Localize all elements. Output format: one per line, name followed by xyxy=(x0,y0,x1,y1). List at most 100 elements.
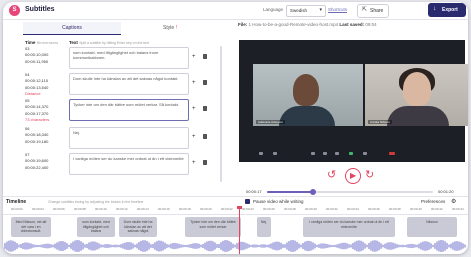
timeline-tick: 00:00:02 xyxy=(11,207,23,211)
export-label: Export xyxy=(442,7,458,13)
timeline-clip[interactable]: Nej. xyxy=(257,217,271,237)
caption-index: 04 xyxy=(25,72,30,77)
language-select[interactable]: Swedish ▾ xyxy=(286,5,326,17)
timeline-clip-text: Med Nilsson, vet att det vara i en video… xyxy=(15,220,47,233)
trash-icon[interactable] xyxy=(203,54,207,59)
export-button[interactable]: ↓ Export xyxy=(428,3,466,17)
caption-list: 03 00:00:10,000 00:00:11,950 som kontakt… xyxy=(23,46,219,182)
timeline-clip[interactable]: Nilsson xyxy=(407,217,457,237)
caption-start[interactable]: 00:00:10,000 xyxy=(25,52,48,57)
caption-index: 05 xyxy=(25,98,30,103)
playback-progress: 00:00:17 00:01:20 xyxy=(239,188,465,196)
rewind-icon[interactable]: ↺ xyxy=(327,170,336,181)
caption-start[interactable]: 00:00:19,600 xyxy=(25,158,48,163)
timeline-ruler: 00:00:02 00:00:04 00:00:06 00:00:08 00:00:10… xyxy=(3,206,468,215)
caption-text: som kontakt, med tillgänglighet och bala… xyxy=(73,50,159,60)
caption-start[interactable]: 00:00:18,340 xyxy=(25,132,48,137)
tab-style[interactable]: Style ! xyxy=(121,22,219,34)
participant-body xyxy=(387,106,449,126)
more-icon xyxy=(363,152,367,155)
text-column-hint: Split a subtitle by hitting Enter key on… xyxy=(79,41,150,45)
timeline-tick: 00:00:44 xyxy=(452,207,464,211)
caption-text-field[interactable]: Tycker inte om den där bättre som mötet … xyxy=(69,99,189,121)
text-column-label: Text xyxy=(69,40,78,45)
caption-end[interactable]: 00:00:19,180 xyxy=(25,139,48,144)
timeline-clip-text: Nej. xyxy=(260,220,268,224)
caption-row: 05 00:00:14,370 00:00:17,370 73 characte… xyxy=(23,98,219,124)
timeline-tick: 00:00:28 xyxy=(284,207,296,211)
caption-text-field[interactable]: Nej. xyxy=(69,127,189,149)
progress-track[interactable] xyxy=(267,189,433,195)
app-logo: S xyxy=(9,5,20,16)
caption-start[interactable]: 00:00:12,110 xyxy=(25,78,48,83)
caption-end[interactable]: 00:00:11,950 xyxy=(25,59,48,64)
timeline-tick: 00:00:24 xyxy=(242,207,254,211)
play-button[interactable]: ▶ xyxy=(345,168,361,184)
timeline-tick: 00:00:32 xyxy=(326,207,338,211)
tab-style-label: Style xyxy=(163,25,175,31)
playhead-handle[interactable] xyxy=(237,206,242,209)
trash-icon[interactable] xyxy=(203,160,207,165)
current-time: 00:00:17 xyxy=(246,189,262,194)
add-caption-icon[interactable]: + xyxy=(192,54,196,60)
mic-icon xyxy=(259,152,263,155)
caption-end[interactable]: 00:00:17,370 xyxy=(25,111,48,116)
top-bar: S Subtitles Language Swedish ▾ Shortcuts… xyxy=(3,2,468,20)
caption-row: 06 00:00:18,340 00:00:19,180 Nej. + xyxy=(23,126,219,152)
pause-label: Pause video while writing xyxy=(253,199,304,204)
caption-text-field[interactable]: I vanliga möten ser du kanske mer ordnat… xyxy=(69,153,189,175)
forward-icon[interactable]: ↻ xyxy=(365,170,374,181)
video-player[interactable]: Adekunle Adeyemi Annika Nilsson xyxy=(239,40,468,162)
timeline-clip[interactable]: I vanliga möten ser du kanske mer ordnat… xyxy=(303,217,395,237)
share-button[interactable]: ⇱ Share xyxy=(357,4,389,18)
timeline-tick: 00:00:16 xyxy=(158,207,170,211)
app-window: S Subtitles Language Swedish ▾ Shortcuts… xyxy=(3,2,468,254)
file-label: File: xyxy=(238,22,248,27)
shortcuts-link[interactable]: Shortcuts xyxy=(328,7,347,12)
caption-list-scrollbar[interactable] xyxy=(220,46,222,182)
timeline-clip[interactable]: Tycker inte om den där bättre som mötet … xyxy=(185,217,241,237)
caption-start[interactable]: 00:00:14,370 xyxy=(25,104,48,109)
timeline-tick: 00:00:06 xyxy=(53,207,65,211)
caption-text-field[interactable]: som kontakt, med tillgänglighet och bala… xyxy=(69,47,189,69)
export-icon: ↓ xyxy=(433,6,436,12)
participant-tile-left: Adekunle Adeyemi xyxy=(253,64,363,126)
timeline-tick: 00:00:12 xyxy=(116,207,128,211)
add-caption-icon[interactable]: + xyxy=(192,106,196,112)
add-caption-icon[interactable]: + xyxy=(192,134,196,140)
add-caption-icon[interactable]: + xyxy=(192,80,196,86)
trash-icon[interactable] xyxy=(203,80,207,85)
caption-index: 07 xyxy=(25,152,30,157)
caption-end[interactable]: 00:00:22,400 xyxy=(25,165,48,170)
camera-icon xyxy=(273,152,277,155)
preferences-label[interactable]: Preferences xyxy=(421,199,445,204)
people-icon xyxy=(323,152,327,155)
add-caption-icon[interactable]: + xyxy=(192,160,196,166)
caption-text-field[interactable]: Dom skulle inte ha känslan av att det sa… xyxy=(69,73,189,95)
time-column-header: Time Hh:mm:ss:ms xyxy=(25,40,58,45)
text-column-header: Text Split a subtitle by hitting Enter k… xyxy=(69,40,149,45)
timeline-clip[interactable]: Dom skulle inte ha känslan av att det sa… xyxy=(119,217,157,237)
timeline-tick: 00:00:40 xyxy=(410,207,422,211)
tab-captions[interactable]: Captions xyxy=(23,22,121,35)
gear-icon[interactable]: ⚙ xyxy=(451,198,456,205)
timeline-tick: 00:00:14 xyxy=(137,207,149,211)
timeline-playhead[interactable] xyxy=(237,206,242,254)
timeline-clip-text: som kontakt, med tillgänglighet och bala… xyxy=(82,220,110,233)
timeline-tick: 00:00:38 xyxy=(389,207,401,211)
caption-end[interactable]: 00:00:13,540 xyxy=(25,85,48,90)
audio-waveform xyxy=(4,240,466,252)
participant-name: Adekunle Adeyemi xyxy=(256,120,285,124)
trash-icon[interactable] xyxy=(203,134,207,139)
time-column-label: Time xyxy=(25,40,36,45)
timeline-clip-text: Dom skulle inte ha känslan av att det sa… xyxy=(123,220,153,233)
trash-icon[interactable] xyxy=(203,106,207,111)
saved-value: 09:04 xyxy=(365,22,377,27)
caption-index: 03 xyxy=(25,46,30,51)
participant-tile-right: Annika Nilsson xyxy=(365,64,468,126)
pause-checkbox[interactable] xyxy=(245,199,250,204)
timeline-clip[interactable]: som kontakt, med tillgänglighet och bala… xyxy=(77,217,115,237)
timeline-clip[interactable]: Med Nilsson, vet att det vara i en video… xyxy=(11,217,51,237)
caption-text: Nej. xyxy=(73,130,81,135)
progress-knob[interactable] xyxy=(310,189,317,195)
